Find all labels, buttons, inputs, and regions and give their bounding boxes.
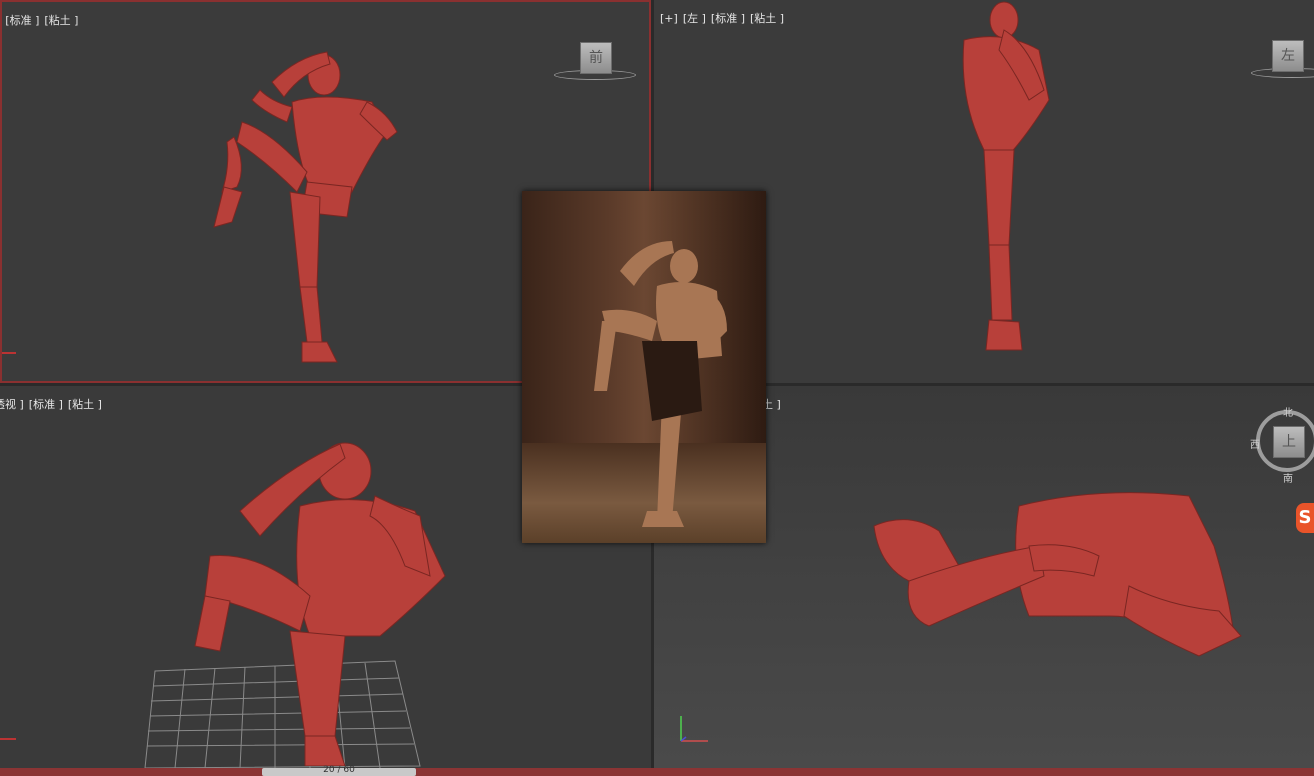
axis-tripod-icon bbox=[680, 716, 708, 742]
viewcube-top[interactable]: 上 bbox=[1273, 426, 1305, 458]
viewport-front-label[interactable]: ][标准 ][粘土 ] bbox=[2, 12, 83, 28]
sougou-s-icon[interactable]: S bbox=[1296, 503, 1314, 533]
viewport-menu-clay[interactable]: [粘土 ] bbox=[44, 14, 78, 27]
bottom-status-bar bbox=[0, 768, 1314, 776]
time-slider-frame: 20 / 60 bbox=[323, 765, 355, 775]
axis-gizmo bbox=[0, 738, 16, 740]
time-slider[interactable]: 20 / 60 bbox=[262, 765, 416, 776]
compass-west[interactable]: 西 bbox=[1250, 436, 1260, 451]
viewport-menu-shading[interactable]: [标准 ] bbox=[29, 398, 63, 411]
compass-north[interactable]: 北 bbox=[1283, 404, 1293, 419]
viewcube-front[interactable]: 前 bbox=[580, 42, 612, 74]
viewport-menu-clay[interactable]: [粘土 ] bbox=[68, 398, 102, 411]
clay-figure-left[interactable] bbox=[944, 0, 1064, 360]
clay-figure-front[interactable] bbox=[202, 42, 412, 372]
viewport-menu-view[interactable]: [左 ] bbox=[683, 12, 706, 25]
viewport-menu-shading[interactable]: [标准 ] bbox=[711, 12, 745, 25]
axis-gizmo bbox=[2, 352, 16, 354]
viewcube-left[interactable]: 左 bbox=[1272, 40, 1304, 72]
viewport-menu-clay[interactable]: [粘土 ] bbox=[750, 12, 784, 25]
viewport-menu-view[interactable]: 透视 ] bbox=[0, 398, 24, 411]
viewport-menu-plus[interactable]: [+] bbox=[660, 12, 678, 25]
fighter-silhouette bbox=[594, 241, 727, 527]
compass-south[interactable]: 南 bbox=[1283, 470, 1293, 485]
viewport-left-label[interactable]: [+] [左 ] [标准 ] [粘土 ] bbox=[660, 10, 789, 26]
clay-figure-top[interactable] bbox=[869, 486, 1254, 666]
clay-figure-perspective[interactable] bbox=[180, 436, 460, 766]
viewport-perspective-label[interactable]: 透视 ] [标准 ] [粘土 ] bbox=[0, 396, 107, 412]
viewport-menu-shading[interactable]: [标准 ] bbox=[5, 14, 39, 27]
reference-photo[interactable] bbox=[522, 191, 766, 543]
